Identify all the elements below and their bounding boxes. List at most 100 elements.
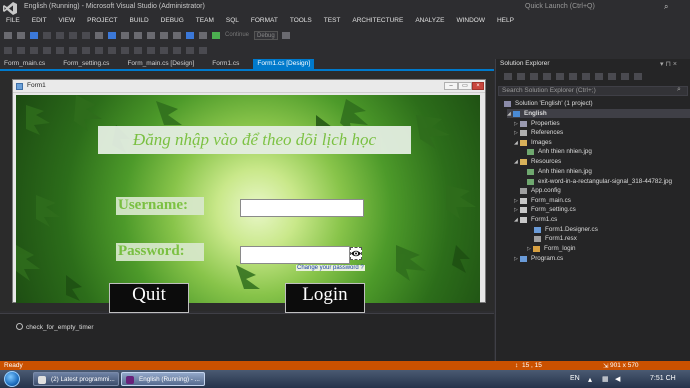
panel-pin-close-icons[interactable]: ▾ ⊓ × — [660, 60, 677, 68]
tree-project-english[interactable]: ◢ English — [507, 109, 690, 118]
step-out-icon[interactable] — [82, 31, 90, 39]
pending-changes-icon[interactable] — [556, 72, 564, 80]
open-file-icon[interactable] — [147, 31, 155, 39]
tab-form-setting-cs[interactable]: Form_setting.cs — [59, 59, 113, 69]
make-same-size-icon[interactable] — [108, 46, 116, 54]
taskbar-visual-studio[interactable]: English (Running) - ... — [121, 372, 205, 386]
tree-form1-designer[interactable]: Form1.Designer.cs — [534, 225, 598, 234]
tree-image-file[interactable]: Anh thien nhien.jpg — [527, 147, 592, 156]
collapse-all-icon[interactable] — [582, 72, 590, 80]
taskbar-browser[interactable]: (2) Latest programmi... — [33, 372, 119, 386]
quit-button[interactable]: Quit — [109, 283, 189, 313]
continue-button[interactable]: Continue — [225, 32, 249, 38]
redo-icon[interactable] — [199, 31, 207, 39]
menu-architecture[interactable]: ARCHITECTURE — [352, 16, 403, 27]
center-horizontally-icon[interactable] — [147, 46, 155, 54]
volume-icon[interactable]: ◀ — [615, 375, 620, 383]
menu-window[interactable]: WINDOW — [456, 16, 485, 27]
quick-launch-input[interactable]: Quick Launch (Ctrl+Q) — [525, 3, 665, 14]
menu-file[interactable]: FILE — [6, 16, 20, 27]
align-rights-icon[interactable] — [30, 46, 38, 54]
maximize-icon[interactable]: ▭ — [458, 82, 472, 90]
menu-help[interactable]: HELP — [497, 16, 514, 27]
close-icon[interactable]: × — [472, 82, 484, 90]
tab-form-main-cs[interactable]: Form_main.cs — [0, 59, 49, 69]
make-same-height-icon[interactable] — [95, 46, 103, 54]
menu-test[interactable]: TEST — [324, 16, 341, 27]
align-centers-icon[interactable] — [17, 46, 25, 54]
language-indicator[interactable]: EN — [570, 375, 580, 382]
stop-icon[interactable] — [17, 31, 25, 39]
sync-icon[interactable] — [543, 72, 551, 80]
form-preview-window[interactable]: Form1 – ▭ × Đăng nhập vào để theo dõi lị… — [12, 79, 486, 313]
tree-form1[interactable]: ◢ Form1.cs — [514, 215, 557, 224]
bring-to-front-icon[interactable] — [173, 46, 181, 54]
save-icon[interactable] — [160, 31, 168, 39]
show-password-eye-icon[interactable] — [350, 247, 362, 260]
menu-project[interactable]: PROJECT — [87, 16, 117, 27]
menu-sql[interactable]: SQL — [226, 16, 239, 27]
menu-build[interactable]: BUILD — [130, 16, 149, 27]
navigate-back-icon[interactable] — [108, 31, 116, 39]
menu-debug[interactable]: DEBUG — [161, 16, 184, 27]
search-icon[interactable]: ⌕ — [677, 86, 681, 94]
network-icon[interactable]: ▦ — [602, 375, 609, 383]
tab-form-main-design[interactable]: Form_main.cs [Design] — [123, 59, 198, 69]
change-password-link[interactable]: Change your password ? — [296, 265, 365, 271]
forward-icon[interactable] — [517, 72, 525, 80]
continue-icon[interactable] — [212, 31, 220, 39]
search-icon[interactable]: ⌕ — [664, 2, 668, 12]
tree-references[interactable]: ▷ References — [514, 128, 563, 137]
restart-icon[interactable] — [30, 31, 38, 39]
menu-view[interactable]: VIEW — [59, 16, 76, 27]
tree-app-config[interactable]: App.config — [520, 186, 561, 195]
align-lefts-icon[interactable] — [4, 46, 12, 54]
tree-form-login[interactable]: ▷ Form_login — [527, 244, 576, 253]
menu-format[interactable]: FORMAT — [251, 16, 278, 27]
step-into-icon[interactable] — [56, 31, 64, 39]
login-button[interactable]: Login — [285, 283, 365, 313]
tab-order-icon[interactable] — [199, 46, 207, 54]
navigate-forward-icon[interactable] — [121, 31, 129, 39]
send-to-back-icon[interactable] — [186, 46, 194, 54]
view-designer-icon[interactable] — [634, 72, 642, 80]
tree-form-main[interactable]: ▷ Form_main.cs — [514, 196, 571, 205]
tree-images-folder[interactable]: ◢ Images — [514, 138, 552, 147]
menu-analyze[interactable]: ANALYZE — [415, 16, 444, 27]
view-code-icon[interactable] — [621, 72, 629, 80]
home-icon[interactable] — [530, 72, 538, 80]
timer-component[interactable]: check_for_empty_timer — [26, 324, 94, 331]
start-button[interactable] — [4, 371, 20, 387]
tree-form-setting[interactable]: ▷ Form_setting.cs — [514, 205, 576, 214]
tab-form1-design[interactable]: Form1.cs [Design] — [253, 59, 315, 69]
username-input[interactable] — [240, 199, 364, 217]
align-bottoms-icon[interactable] — [69, 46, 77, 54]
show-all-files-icon[interactable] — [595, 72, 603, 80]
save-all-icon[interactable] — [173, 31, 181, 39]
show-next-statement-icon[interactable] — [43, 31, 51, 39]
horizontal-spacing-icon[interactable] — [121, 46, 129, 54]
tree-solution[interactable]: Solution 'English' (1 project) — [504, 99, 593, 108]
vertical-spacing-icon[interactable] — [134, 46, 142, 54]
tree-program-cs[interactable]: ▷ Program.cs — [514, 254, 563, 263]
pause-icon[interactable] — [4, 31, 12, 39]
menu-edit[interactable]: EDIT — [32, 16, 47, 27]
align-tops-icon[interactable] — [43, 46, 51, 54]
menu-tools[interactable]: TOOLS — [290, 16, 312, 27]
refresh-icon[interactable] — [569, 72, 577, 80]
tree-resources-folder[interactable]: ◢ Resources — [514, 157, 561, 166]
find-icon[interactable] — [281, 31, 290, 39]
tab-form1-cs[interactable]: Form1.cs — [208, 59, 243, 69]
tray-arrow-icon[interactable]: ▴ — [588, 375, 592, 384]
back-icon[interactable] — [504, 72, 512, 80]
menu-team[interactable]: TEAM — [196, 16, 214, 27]
step-over-icon[interactable] — [69, 31, 77, 39]
properties-icon[interactable] — [608, 72, 616, 80]
new-project-icon[interactable] — [134, 31, 142, 39]
tree-image-file[interactable]: Anh thien nhien.jpg — [527, 167, 592, 176]
hex-display-icon[interactable] — [95, 31, 103, 39]
tree-form1-resx[interactable]: Form1.resx — [534, 234, 577, 243]
tree-properties[interactable]: ▷ Properties — [514, 119, 560, 128]
configuration-select[interactable]: Debug — [254, 30, 278, 40]
clock[interactable]: 7:51 CH — [650, 375, 676, 382]
